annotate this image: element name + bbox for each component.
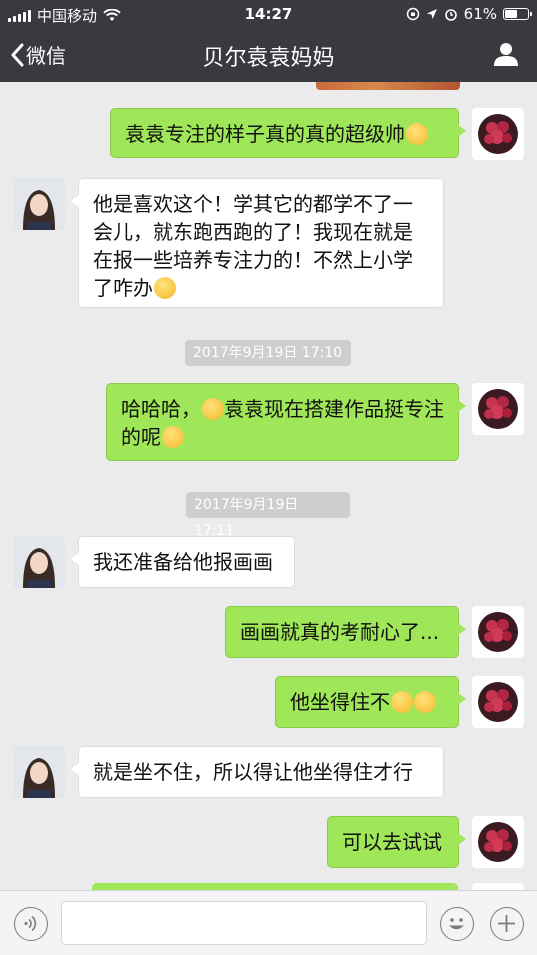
- laugh-cry-emoji-icon: [391, 691, 413, 713]
- message-bubble[interactable]: 袁袁专注的样子真的真的超级帅: [110, 108, 466, 158]
- my-avatar[interactable]: [472, 676, 524, 728]
- laugh-cry-emoji-icon: [154, 277, 176, 299]
- more-button[interactable]: [490, 907, 524, 941]
- message-bubble[interactable]: 哈哈哈， 袁袁现在搭建作品挺专注的呢: [106, 383, 466, 461]
- message-bubble[interactable]: 可以去试试: [327, 816, 466, 868]
- message-bubble[interactable]: 画画就真的考耐心了...: [225, 606, 466, 658]
- battery-icon: [503, 8, 532, 20]
- my-avatar[interactable]: [472, 816, 524, 868]
- message-input[interactable]: [61, 901, 427, 945]
- input-bar: [0, 890, 537, 955]
- previous-image-message[interactable]: [316, 82, 460, 90]
- emoji-button[interactable]: [440, 907, 474, 941]
- smile-emoji-icon: [406, 123, 428, 145]
- message-bubble[interactable]: 他坐得住不: [275, 676, 466, 728]
- my-avatar[interactable]: [472, 108, 524, 160]
- voice-icon: [24, 915, 37, 932]
- message-bubble[interactable]: 就是坐不住，所以得让他坐得住才行: [71, 746, 444, 798]
- emoji-icon: [449, 918, 464, 930]
- nav-bar: 微信 贝尔袁袁妈妈: [0, 28, 537, 82]
- page-title: 贝尔袁袁妈妈: [202, 46, 335, 71]
- location-icon: [426, 9, 437, 19]
- timestamp: 2017年9月19日 17:11: [186, 492, 350, 539]
- orientation-lock-icon: [406, 7, 419, 21]
- laugh-cry-emoji-icon: [414, 691, 436, 713]
- my-avatar[interactable]: [472, 383, 524, 435]
- grin-emoji-icon: [162, 426, 184, 448]
- contact-avatar[interactable]: [13, 536, 65, 588]
- message-bubble[interactable]: 他是喜欢这个！学其它的都学不了一会儿，就东跑西跑的了！我现在就是在报一些培养专注…: [71, 178, 444, 308]
- voice-button[interactable]: [14, 907, 48, 941]
- my-avatar[interactable]: [472, 606, 524, 658]
- plus-icon: [498, 915, 515, 932]
- message-bubble[interactable]: 我还准备给他报画画: [71, 536, 295, 588]
- laugh-cry-emoji-icon: [202, 398, 224, 420]
- contact-avatar[interactable]: [13, 178, 65, 230]
- timestamp: 2017年9月19日 17:10: [185, 340, 351, 366]
- profile-button[interactable]: [493, 41, 519, 71]
- status-bar: 中国移动 14:27 61%: [0, 0, 537, 28]
- profile-icon: [494, 43, 518, 66]
- status-right: 61%: [406, 5, 532, 23]
- contact-avatar[interactable]: [13, 746, 65, 798]
- alarm-icon: [444, 9, 457, 21]
- battery-percent: 61%: [463, 5, 497, 23]
